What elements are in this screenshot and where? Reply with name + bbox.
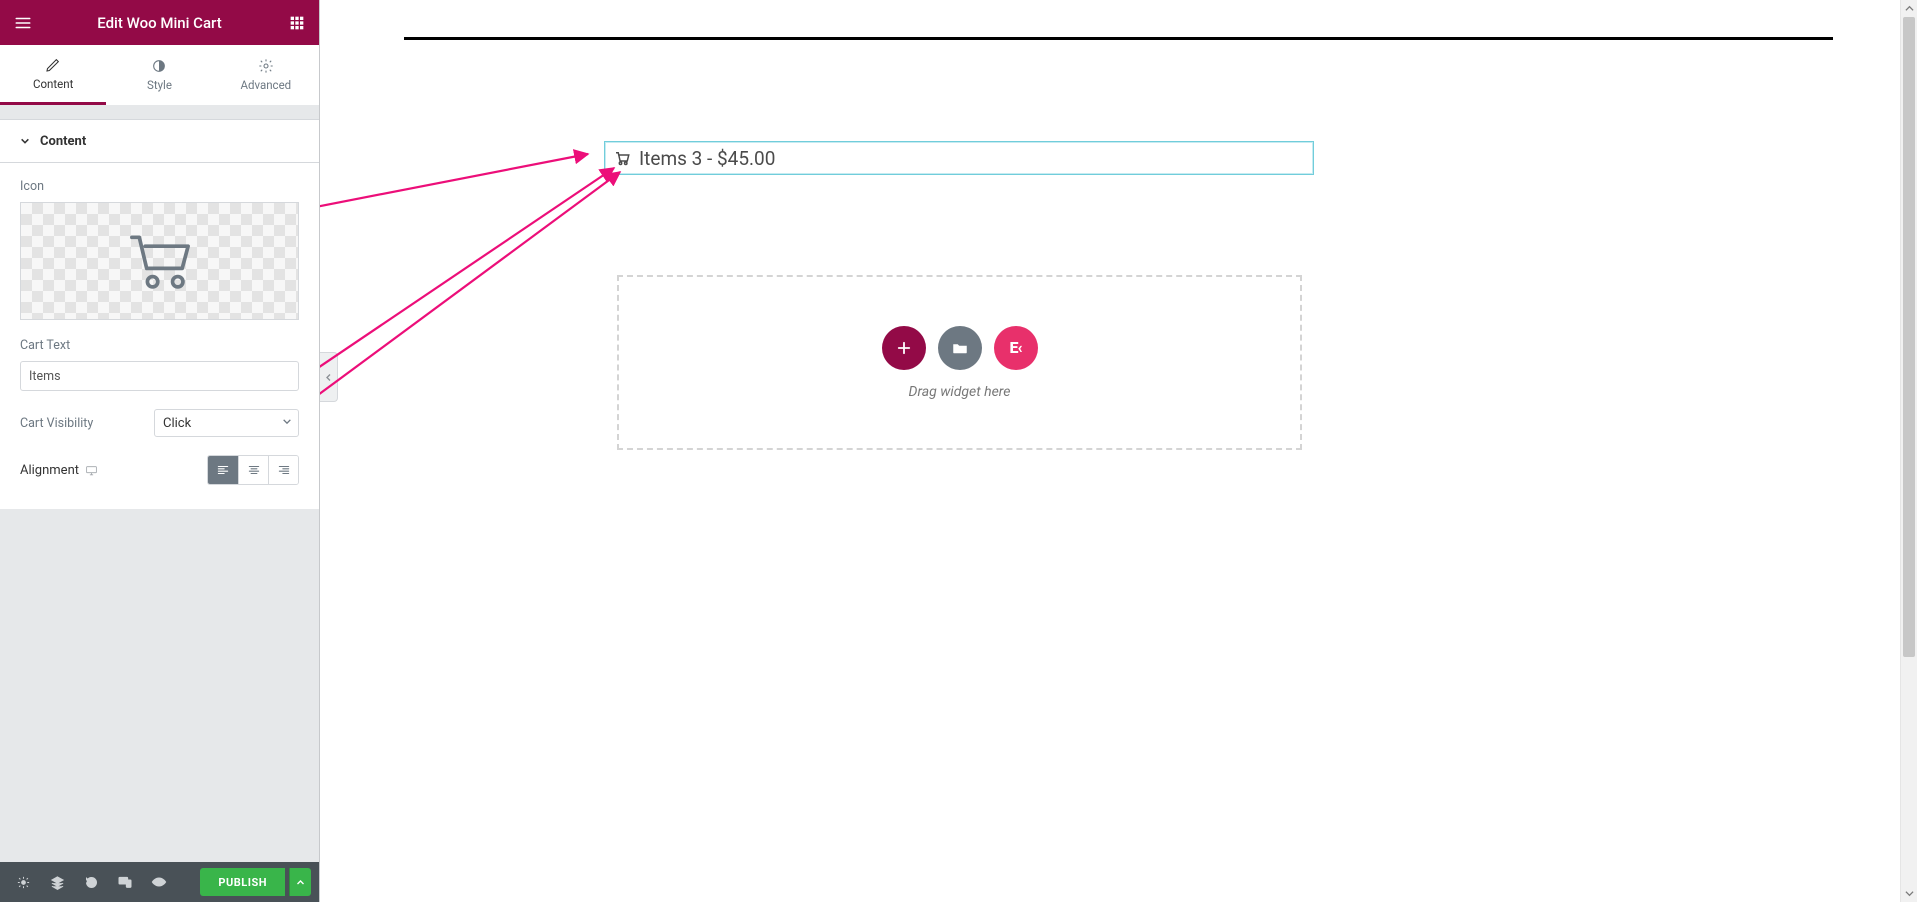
add-section-button[interactable] bbox=[882, 326, 926, 370]
caret-up-icon bbox=[296, 878, 305, 887]
history-button[interactable] bbox=[76, 867, 106, 897]
panel-title: Edit Woo Mini Cart bbox=[45, 14, 274, 32]
mini-cart-widget[interactable]: Items 3 - $45.00 bbox=[604, 141, 1314, 175]
align-center-icon bbox=[247, 463, 261, 477]
align-left-button[interactable] bbox=[208, 456, 238, 484]
chevron-left-icon bbox=[324, 373, 333, 382]
grid-icon bbox=[289, 15, 305, 31]
caret-down-icon bbox=[1905, 889, 1914, 898]
scroll-down-button[interactable] bbox=[1901, 885, 1917, 902]
responsive-button[interactable] bbox=[110, 867, 140, 897]
scroll-thumb[interactable] bbox=[1903, 17, 1915, 657]
editor-canvas: Items 3 - $45.00 E‹ Drag widget here bbox=[320, 0, 1917, 902]
layers-icon bbox=[50, 875, 65, 890]
eye-icon bbox=[151, 874, 167, 890]
alignment-label-text: Alignment bbox=[20, 463, 79, 478]
browser-scrollbar[interactable] bbox=[1900, 0, 1917, 902]
chevron-down-icon bbox=[282, 416, 292, 431]
tab-advanced-label: Advanced bbox=[240, 78, 291, 92]
cart-icon bbox=[613, 149, 631, 167]
caret-up-icon bbox=[1905, 4, 1914, 13]
section-content-title: Content bbox=[40, 134, 86, 149]
tab-content[interactable]: Content bbox=[0, 45, 106, 105]
caret-down-icon bbox=[20, 136, 30, 146]
canvas-inner: Items 3 - $45.00 E‹ Drag widget here bbox=[380, 0, 1857, 902]
folder-icon bbox=[951, 339, 969, 357]
align-center-button[interactable] bbox=[238, 456, 268, 484]
cart-visibility-label: Cart Visibility bbox=[20, 416, 93, 431]
section-content-header[interactable]: Content bbox=[0, 119, 319, 163]
icon-picker[interactable] bbox=[20, 202, 299, 320]
drop-widget-area[interactable]: E‹ Drag widget here bbox=[617, 275, 1302, 450]
tab-style-label: Style bbox=[147, 78, 172, 92]
align-right-button[interactable] bbox=[268, 456, 298, 484]
align-left-icon bbox=[216, 463, 230, 477]
tab-style[interactable]: Style bbox=[106, 45, 212, 105]
panel-footer: PUBLISH bbox=[0, 862, 319, 902]
menu-button[interactable] bbox=[0, 0, 45, 45]
icon-label: Icon bbox=[20, 179, 299, 194]
pencil-icon bbox=[45, 57, 61, 73]
history-icon bbox=[84, 875, 99, 890]
ek-label: E‹ bbox=[1009, 338, 1021, 357]
alignment-segmented bbox=[207, 455, 299, 485]
tab-spacer bbox=[0, 105, 319, 119]
editor-panel: Edit Woo Mini Cart Content Style Advance… bbox=[0, 0, 320, 902]
cart-visibility-value: Click bbox=[163, 416, 191, 431]
desktop-icon bbox=[85, 464, 98, 477]
section-controls: Icon Cart Text Cart Visibility Click Ali… bbox=[0, 163, 319, 509]
scroll-up-button[interactable] bbox=[1901, 0, 1917, 17]
panel-tabs: Content Style Advanced bbox=[0, 45, 319, 105]
publish-button[interactable]: PUBLISH bbox=[200, 868, 285, 896]
hamburger-icon bbox=[14, 14, 32, 32]
align-right-icon bbox=[277, 463, 291, 477]
mini-cart-text: Items 3 - $45.00 bbox=[639, 147, 775, 170]
cart-text-input[interactable] bbox=[20, 361, 299, 391]
tab-advanced[interactable]: Advanced bbox=[213, 45, 319, 105]
devices-icon bbox=[117, 874, 133, 890]
preview-button[interactable] bbox=[144, 867, 174, 897]
cart-visibility-select[interactable]: Click bbox=[154, 409, 299, 437]
cart-icon bbox=[123, 224, 197, 298]
elementskit-button[interactable]: E‹ bbox=[994, 326, 1038, 370]
settings-button[interactable] bbox=[8, 867, 38, 897]
publish-options-button[interactable] bbox=[289, 868, 311, 896]
drop-actions: E‹ bbox=[882, 326, 1038, 370]
tab-content-label: Content bbox=[33, 77, 73, 91]
page-header-rule bbox=[404, 37, 1833, 40]
widgets-grid-button[interactable] bbox=[274, 0, 319, 45]
panel-collapse-handle[interactable] bbox=[320, 352, 338, 402]
cart-text-label: Cart Text bbox=[20, 338, 299, 353]
contrast-icon bbox=[151, 58, 167, 74]
plus-icon bbox=[895, 339, 913, 357]
panel-header: Edit Woo Mini Cart bbox=[0, 0, 319, 45]
drop-hint: Drag widget here bbox=[909, 384, 1011, 400]
alignment-label: Alignment bbox=[20, 463, 98, 478]
gear-icon bbox=[16, 875, 31, 890]
navigator-button[interactable] bbox=[42, 867, 72, 897]
gear-icon bbox=[258, 58, 274, 74]
add-template-button[interactable] bbox=[938, 326, 982, 370]
